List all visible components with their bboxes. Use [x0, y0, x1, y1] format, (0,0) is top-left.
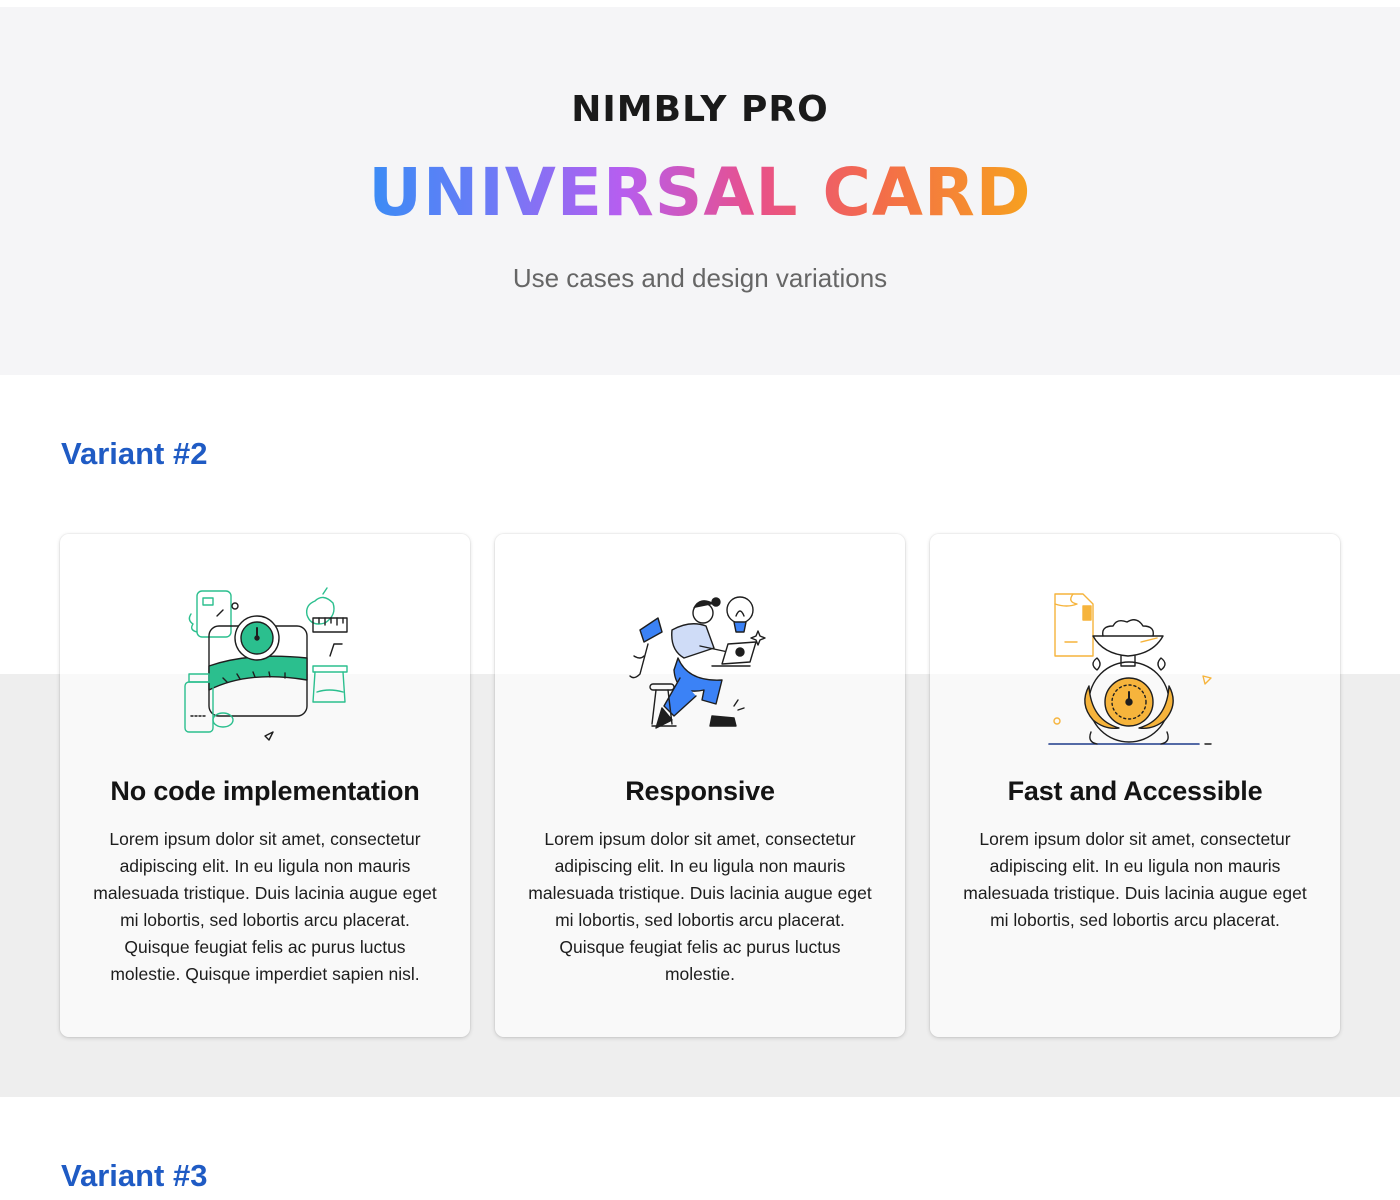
top-strip: [0, 0, 1400, 7]
card-title: Fast and Accessible: [1007, 776, 1263, 806]
person-laptop-icon: [629, 596, 766, 729]
hero-title-text: UNIVERSAL CARD: [368, 154, 1032, 231]
card-title: No code implementation: [110, 776, 420, 806]
hero-subtitle: Use cases and design variations: [512, 263, 888, 293]
feature-card: Responsive Lorem ipsum dolor sit amet, c…: [495, 534, 905, 1037]
variant-heading: Variant #2: [61, 436, 208, 471]
card-body: Lorem ipsum dolor sit amet, consectetur …: [93, 829, 437, 984]
feature-card: No code implementation Lorem ipsum dolor…: [60, 534, 470, 1037]
hero-section: NIMBLY PRO UNIVERSAL CARD Use cases and …: [0, 7, 1400, 375]
fitness-scale-icon: [184, 587, 348, 741]
feature-card: Fast and Accessible Lorem ipsum dolor si…: [930, 534, 1340, 1037]
variant-heading: Variant #3: [61, 1158, 208, 1193]
card-body: Lorem ipsum dolor sit amet, consectetur …: [963, 829, 1307, 930]
hero-title: UNIVERSAL CARD: [0, 153, 1400, 233]
brand-name: NIMBLY PRO: [571, 89, 829, 130]
kitchen-scale-icon: [1048, 593, 1212, 745]
card-title: Responsive: [625, 776, 775, 806]
card-body: Lorem ipsum dolor sit amet, consectetur …: [528, 829, 872, 984]
